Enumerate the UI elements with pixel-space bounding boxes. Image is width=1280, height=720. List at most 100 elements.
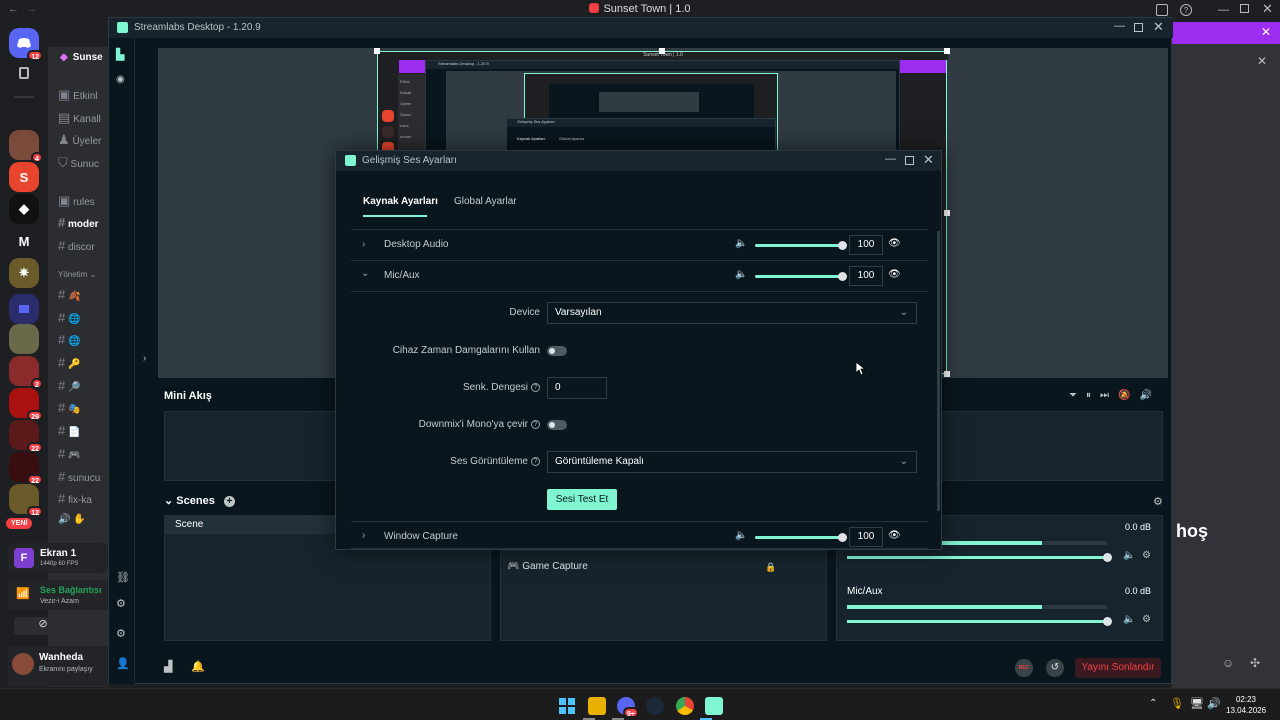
channel-item[interactable]: # 📄	[58, 423, 80, 438]
settings-link-icon[interactable]: ⚙	[116, 597, 126, 610]
speaker-icon[interactable]: 🔈	[735, 269, 747, 280]
device-select[interactable]: Varsayılan ⌄	[547, 302, 917, 324]
record-icon[interactable]: ◉	[116, 74, 125, 85]
microphone-icon[interactable]: 🎙	[1170, 697, 1184, 710]
server-icon[interactable]: 29	[9, 388, 43, 421]
server-icon[interactable]	[9, 58, 39, 88]
server-icon[interactable]: ◆	[9, 194, 39, 224]
file-explorer-icon[interactable]	[588, 697, 606, 715]
volume-input[interactable]: 100	[849, 527, 883, 547]
source-row-desktop-audio[interactable]: › Desktop Audio 🔈 100 👁	[351, 230, 928, 261]
link-icon[interactable]: ⛓	[116, 571, 130, 584]
volume-slider[interactable]	[755, 533, 847, 542]
channel-item[interactable]: # 🌐	[58, 310, 80, 325]
gear-icon[interactable]: ⚙	[1142, 614, 1151, 625]
eye-icon[interactable]: 👁	[888, 238, 901, 249]
network-icon[interactable]: 🖥	[1190, 697, 1204, 710]
discord-icon[interactable]: 9+	[617, 697, 639, 718]
volume-input[interactable]: 100	[849, 266, 883, 286]
server-icon[interactable]: 12	[9, 484, 43, 517]
source-row-window-capture[interactable]: › Window Capture 🔈 100 👁	[351, 521, 928, 549]
add-scene-icon[interactable]: +	[223, 496, 235, 507]
volume-icon[interactable]: 🔊	[1139, 390, 1160, 401]
help-icon[interactable]: ?	[531, 382, 540, 392]
channel-item[interactable]: ▤ Kanall	[58, 110, 101, 126]
test-audio-button[interactable]: Sesi Test Et	[547, 489, 617, 510]
sync-offset-input[interactable]: 0	[547, 377, 607, 399]
avatar[interactable]	[12, 653, 34, 675]
folder-icon[interactable]	[9, 294, 39, 324]
channel-item[interactable]: # 🌐	[58, 332, 80, 347]
gear-icon[interactable]: ⚙	[116, 627, 126, 640]
chrome-icon[interactable]	[676, 697, 694, 715]
resize-handle[interactable]	[944, 48, 950, 54]
slider-knob[interactable]	[1103, 617, 1112, 626]
resize-handle[interactable]	[659, 48, 665, 54]
channel-item[interactable]: ⛉ Sunuc	[58, 155, 99, 171]
record-button[interactable]: REC	[1015, 659, 1033, 677]
skip-icon[interactable]: ⏭	[1100, 390, 1118, 401]
category-label[interactable]: Yönetim ⌄	[58, 270, 96, 279]
minimize-icon[interactable]: —	[1114, 20, 1125, 32]
filter-icon[interactable]: ⏷	[1069, 390, 1086, 401]
close-icon[interactable]: ✕	[1257, 54, 1267, 68]
close-icon[interactable]: ✕	[1153, 19, 1164, 35]
volume-slider[interactable]	[755, 241, 847, 250]
scrollbar[interactable]	[937, 231, 940, 511]
stats-icon[interactable]: ▟	[164, 660, 172, 673]
volume-slider[interactable]	[755, 272, 847, 281]
close-icon[interactable]: ✕	[1262, 1, 1273, 17]
slider-knob[interactable]	[838, 533, 847, 542]
downmix-toggle[interactable]	[547, 420, 567, 430]
volume-slider[interactable]	[847, 553, 1112, 562]
maximize-icon[interactable]	[905, 156, 914, 165]
mixer-settings-icon[interactable]: ⚙	[1153, 495, 1163, 508]
resize-handle[interactable]	[944, 371, 950, 377]
channel-item[interactable]: # 🔑	[58, 355, 80, 370]
minimize-icon[interactable]: —	[1218, 4, 1229, 16]
gear-icon[interactable]: ⚙	[1142, 550, 1151, 561]
clock[interactable]: 02:23 13.04.2026	[1226, 694, 1266, 716]
editor-icon[interactable]: ▙	[116, 48, 124, 61]
channel-item[interactable]: ▣ rules	[58, 193, 95, 209]
channel-item[interactable]: # sunucu	[58, 469, 100, 484]
timestamp-toggle[interactable]	[547, 346, 567, 356]
end-stream-button[interactable]: Yayını Sonlandır	[1075, 658, 1161, 678]
resize-handle[interactable]	[374, 48, 380, 54]
slider-knob[interactable]	[838, 241, 847, 250]
server-icon[interactable]	[9, 324, 39, 354]
channel-item[interactable]: # 🍂	[58, 287, 80, 302]
help-icon[interactable]: ?	[1180, 4, 1192, 16]
server-icon-sunset[interactable]: S	[9, 162, 39, 192]
resize-handle[interactable]	[944, 210, 950, 216]
inbox-icon[interactable]	[1156, 4, 1168, 16]
channel-item[interactable]: # discor	[58, 238, 95, 253]
chevron-right-icon[interactable]: ›	[362, 239, 365, 250]
server-icon-m[interactable]: M	[9, 226, 39, 256]
server-icon[interactable]: 22	[9, 452, 43, 485]
voice-channel-item[interactable]: 🔊 ✋	[58, 514, 86, 525]
channel-item[interactable]: ▣ Etkinl	[58, 87, 98, 103]
source-item[interactable]: 🎮 Game Capture	[507, 561, 588, 572]
scenes-header[interactable]: ⌄ Scenes +	[164, 494, 235, 507]
channel-item[interactable]: ♟ Üyeler	[58, 132, 101, 148]
user-icon[interactable]: 👤	[116, 657, 130, 670]
replay-buffer-icon[interactable]: ↺	[1046, 659, 1064, 677]
volume-input[interactable]: 100	[849, 235, 883, 255]
maximize-icon[interactable]	[1240, 4, 1249, 13]
chevron-down-icon[interactable]: ⌄	[361, 268, 369, 279]
volume-slider[interactable]	[847, 617, 1112, 626]
start-icon[interactable]	[558, 697, 576, 715]
server-icon[interactable]: ✷	[9, 258, 39, 288]
minimize-icon[interactable]: —	[885, 153, 896, 165]
help-icon[interactable]: ?	[531, 456, 540, 466]
server-icon[interactable]: 2	[9, 356, 43, 389]
channel-item[interactable]: # fix-ka	[58, 491, 92, 506]
notification-bell-icon[interactable]: 🔔	[191, 660, 205, 673]
chevron-right-icon[interactable]: ›	[362, 530, 365, 541]
server-home-icon[interactable]: 12	[9, 28, 43, 61]
tab-global-settings[interactable]: Global Ayarlar	[454, 196, 517, 207]
close-icon[interactable]: ✕	[1261, 25, 1271, 39]
server-name[interactable]: ◆ Sunse	[48, 52, 108, 72]
eye-icon[interactable]: 👁	[888, 530, 901, 541]
